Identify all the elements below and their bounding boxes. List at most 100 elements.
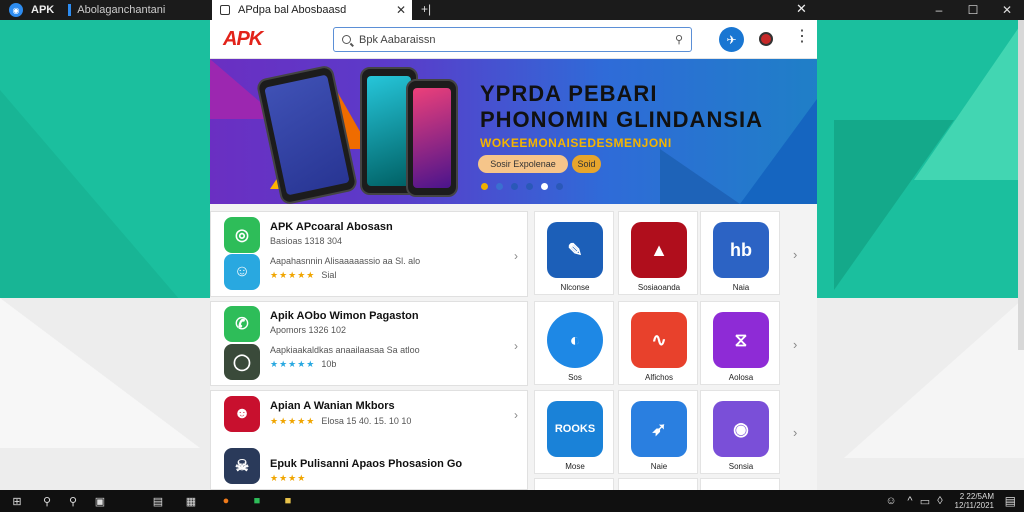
new-tab-icon[interactable]: +|	[421, 2, 431, 16]
list-item[interactable]: ☻ Apian A Wanian Mkbors ★★★★★ Elosa 15 40…	[210, 394, 528, 436]
carousel-dot[interactable]	[496, 183, 503, 190]
window-icon[interactable]: ▣	[93, 494, 107, 508]
carousel-dot[interactable]	[556, 183, 563, 190]
app-tile[interactable]: ✎ Nlconse	[534, 211, 614, 295]
promo-banner[interactable]: YPRDA PEBARI PHONOMIN GLINDANSIA WOKEEMO…	[210, 59, 817, 204]
rating-meta: Sial	[321, 270, 337, 280]
task-view-icon[interactable]: ⚲	[66, 494, 80, 508]
app-icon: ☠	[224, 448, 260, 484]
app-tile-label: Sos	[568, 373, 582, 382]
bg-shape	[834, 120, 954, 290]
explorer-icon[interactable]: ▦	[184, 494, 198, 508]
app-tile-label: Nlconse	[560, 283, 590, 292]
carousel-dots	[481, 183, 571, 190]
app-title: Apian A Wanian Mkbors	[270, 400, 395, 412]
list-item[interactable]: ☺ Aapahasnnin Alisaaaaassio aa Sl. alo ★…	[210, 249, 528, 295]
banner-secondary-button[interactable]: Soid	[572, 155, 601, 173]
app-tile[interactable]	[700, 478, 780, 490]
app-tile[interactable]: hb Naia	[700, 211, 780, 295]
store-logo[interactable]: APK	[223, 28, 263, 51]
app-tile[interactable]: ROOKS Mose	[534, 390, 614, 474]
folder-icon[interactable]: ■	[281, 494, 295, 508]
app-icon: ⧖	[713, 312, 769, 368]
maximize-button[interactable]: ☐	[956, 0, 990, 20]
app-tile-label: Sonsia	[728, 462, 754, 471]
bg-shape	[844, 298, 1024, 458]
chevron-right-icon[interactable]: ›	[514, 249, 518, 263]
chevron-right-icon[interactable]: ›	[793, 425, 797, 440]
app-tile[interactable]: ∿ Alfichos	[618, 301, 698, 385]
app-icon: ◯	[224, 344, 260, 380]
app-tile[interactable]: ◉ Sonsia	[700, 390, 780, 474]
rating-stars-glyphs: ★★★★★	[270, 416, 316, 426]
chevron-right-icon[interactable]: ›	[514, 408, 518, 422]
app-tile[interactable]	[534, 478, 614, 490]
rating-stars: ★★★★★ 10b	[270, 359, 336, 370]
tab-favicon-icon	[220, 5, 230, 15]
clock[interactable]: 2 22/5AM 12/11/2021	[955, 492, 994, 510]
carousel-dot[interactable]	[526, 183, 533, 190]
search-input[interactable]: Bpk Aabaraissn ⚲	[333, 27, 692, 52]
chevron-right-icon[interactable]: ›	[793, 337, 797, 352]
more-menu-icon[interactable]: ⋮	[794, 29, 810, 45]
minimize-button[interactable]: –	[922, 0, 956, 20]
rating-stars-glyphs: ★★★★★	[270, 359, 316, 369]
app-tile[interactable]	[618, 478, 698, 490]
carousel-dot[interactable]	[481, 183, 488, 190]
app-title: Epuk Pulisanni Apaos Phosasion Go	[270, 458, 463, 470]
banner-headline: YPRDA PEBARI	[480, 81, 658, 106]
volume-icon[interactable]: ◊	[933, 494, 947, 508]
voice-search-icon[interactable]: ⚲	[675, 33, 683, 46]
carousel-dot[interactable]	[511, 183, 518, 190]
rating-meta: Elosa 15 40. 15. 10 10	[321, 416, 412, 426]
app-name: APK	[31, 4, 55, 16]
search-icon[interactable]: ⚲	[40, 494, 54, 508]
user-avatar[interactable]: ✈	[719, 27, 744, 52]
list-item[interactable]: ◎ APK APcoaral Abosasn Basioas 1318 304	[210, 213, 528, 255]
notification-icon[interactable]	[759, 32, 773, 46]
list-item[interactable]: ◯ Aapkiaakaldkas anaailaasaa Sa atloo ★★…	[210, 339, 528, 385]
network-icon[interactable]: ☺	[884, 494, 898, 508]
chevron-right-icon[interactable]: ›	[514, 339, 518, 353]
browser-tab[interactable]: APdpa bal Abosbaasd ✕	[212, 0, 412, 20]
rating-meta: 10b	[321, 359, 337, 369]
tab-label: APdpa bal Abosbaasd	[238, 4, 347, 16]
app-tile[interactable]: ➶ Naie	[618, 390, 698, 474]
banner-subheadline: PHONOMIN GLINDANSIA	[480, 107, 763, 132]
carousel-dot[interactable]	[541, 183, 548, 190]
app-icon: ☻	[224, 396, 260, 432]
window-controls: – ☐ ✕	[922, 0, 1024, 20]
app-tile-label: Aolosa	[728, 373, 754, 382]
chevron-right-icon[interactable]: ›	[793, 247, 797, 262]
app-icon[interactable]: ■	[250, 494, 264, 508]
app-tile[interactable]: ▲ Sosiaoanda	[618, 211, 698, 295]
banner-shape	[660, 149, 740, 204]
bg-shape	[0, 90, 180, 298]
close-button[interactable]: ✕	[990, 0, 1024, 20]
phone-screen	[413, 88, 451, 188]
app-tile[interactable]: ◐ Sos	[534, 301, 614, 385]
tab-close-icon[interactable]: ✕	[396, 3, 406, 17]
window-title: Abolaganchantani	[77, 4, 166, 16]
taskbar: ⊞ ⚲ ⚲ ▣ ▤ ▦ ● ■ ■ ☺ ^ ▭ ◊ 2 22/5AM 12/11…	[0, 490, 1024, 512]
list-item[interactable]: ☠ Epuk Pulisanni Apaos Phosasion Go ★★★★	[210, 446, 528, 488]
app-title: APK APcoaral Abosasn	[270, 221, 393, 233]
close-panel-icon[interactable]: ✕	[796, 1, 807, 17]
store-toolbar: APK Bpk Aabaraissn ⚲ ✈ ⋮	[210, 20, 817, 59]
store-icon[interactable]: ▤	[151, 494, 165, 508]
notification-center-icon[interactable]: ▤	[1005, 494, 1016, 508]
clock-time: 2 22/5AM	[959, 492, 994, 501]
app-tile[interactable]: ⧖ Aolosa	[700, 301, 780, 385]
app-icon: ➶	[631, 401, 687, 457]
phone-illustration	[406, 79, 458, 197]
list-item[interactable]: ✆ Apik AObo Wimon Pagaston Apomors 1326 …	[210, 303, 528, 345]
firefox-icon[interactable]: ●	[219, 494, 233, 508]
tray-chevron-icon[interactable]: ^	[903, 494, 917, 508]
rating-stars: ★★★★★ Sial	[270, 270, 336, 281]
banner-explore-button[interactable]: Sosir Expolenae	[478, 155, 568, 173]
app-icon: ◐	[547, 312, 603, 368]
start-icon[interactable]: ⊞	[10, 494, 24, 508]
app-icon: ∿	[631, 312, 687, 368]
battery-icon[interactable]: ▭	[918, 494, 932, 508]
window-scrollbar[interactable]	[1018, 20, 1024, 350]
